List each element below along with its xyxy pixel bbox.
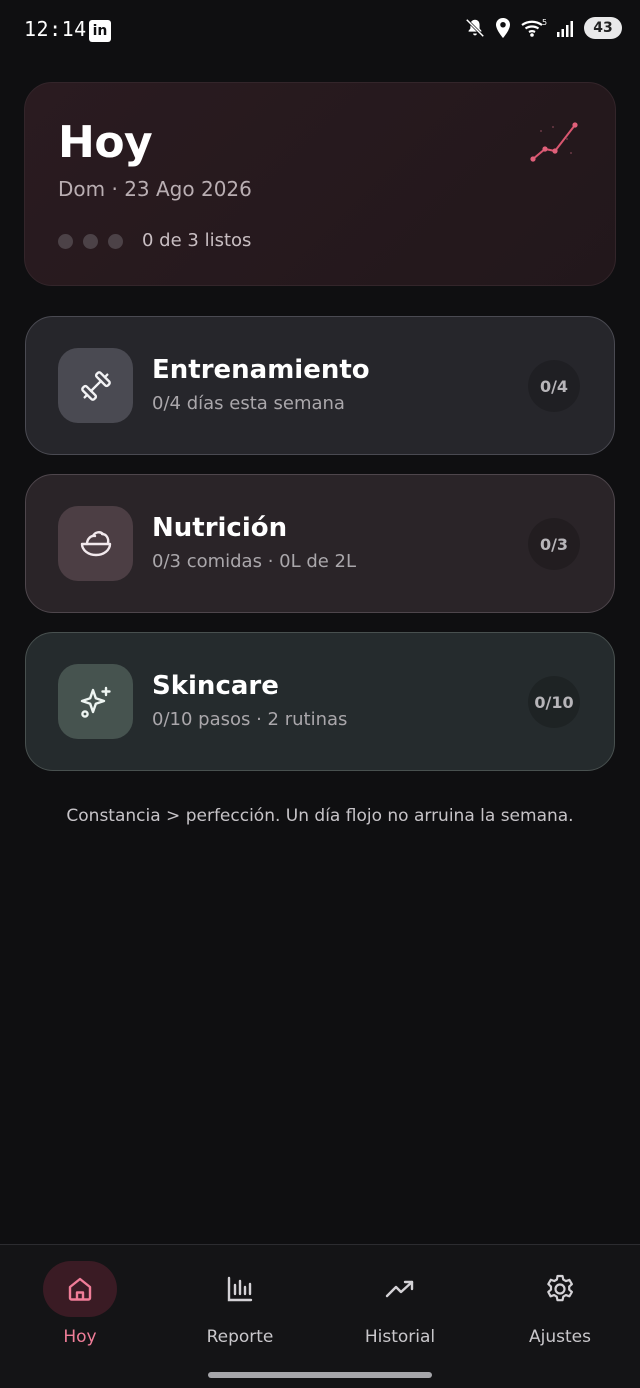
progress-dot: [58, 234, 73, 249]
today-date: Dom · 23 Ago 2026: [58, 177, 252, 201]
nav-icon-wrap: [523, 1261, 597, 1317]
nav-item-historial[interactable]: Historial: [320, 1261, 480, 1351]
bar-chart-icon: [227, 1276, 253, 1302]
today-summary-card: Hoy Dom · 23 Ago 2026 0 de 3 listos: [24, 82, 616, 286]
nutrition-subtitle: 0/3 comidas · 0L de 2L: [152, 551, 357, 572]
nav-active-indicator: [43, 1261, 117, 1317]
home-icon: [68, 1277, 92, 1301]
status-time: 12:14: [24, 17, 87, 41]
nutrition-title: Nutrición: [152, 513, 288, 543]
nav-icon-wrap: [203, 1261, 277, 1317]
nav-label: Ajustes: [529, 1327, 591, 1347]
nutrition-icon-tile: [58, 506, 133, 581]
nav-label: Reporte: [206, 1327, 274, 1347]
training-card[interactable]: Entrenamiento 0/4 días esta semana 0/4: [25, 316, 615, 455]
skincare-icon-tile: [58, 664, 133, 739]
battery-indicator: 43: [584, 17, 622, 39]
training-subtitle: 0/4 días esta semana: [152, 393, 345, 414]
nav-icon-wrap: [363, 1261, 437, 1317]
bottom-navigation: Hoy Reporte Historial Ajustes: [0, 1244, 640, 1388]
nav-item-reporte[interactable]: Reporte: [160, 1261, 320, 1351]
signal-icon: [557, 21, 573, 37]
training-progress-badge: 0/4: [528, 360, 580, 412]
gear-icon: [547, 1274, 573, 1302]
progress-text: 0 de 3 listos: [142, 230, 252, 251]
skincare-subtitle: 0/10 pasos · 2 rutinas: [152, 709, 348, 730]
status-bar: 12:14 in 5 43: [0, 0, 640, 62]
wifi-icon: 5: [521, 18, 547, 37]
training-icon-tile: [58, 348, 133, 423]
dumbbell-icon: [80, 370, 111, 401]
nav-item-ajustes[interactable]: Ajustes: [480, 1261, 640, 1351]
skincare-card[interactable]: Skincare 0/10 pasos · 2 rutinas 0/10: [25, 632, 615, 771]
training-title: Entrenamiento: [152, 355, 370, 385]
svg-text:5: 5: [542, 18, 547, 27]
nutrition-progress-badge: 0/3: [528, 518, 580, 570]
nav-label: Historial: [364, 1327, 436, 1347]
salad-bowl-icon: [80, 530, 111, 556]
status-icons: 5 43: [464, 17, 622, 39]
skincare-title: Skincare: [152, 671, 279, 701]
trend-graph-icon: [530, 122, 578, 162]
trending-up-icon: [385, 1280, 414, 1298]
motivation-text: Constancia > perfección. Un día flojo no…: [66, 806, 574, 826]
sparkles-icon: [80, 686, 111, 718]
nutrition-card[interactable]: Nutrición 0/3 comidas · 0L de 2L 0/3: [25, 474, 615, 613]
progress-dots: [58, 234, 123, 249]
mute-icon: [465, 18, 485, 38]
location-icon: [496, 18, 510, 38]
nav-item-hoy[interactable]: Hoy: [0, 1261, 160, 1351]
skincare-progress-badge: 0/10: [528, 676, 580, 728]
progress-dot: [108, 234, 123, 249]
linkedin-notification-icon: in: [89, 20, 111, 42]
page-title: Hoy: [58, 117, 153, 168]
nav-label: Hoy: [63, 1327, 97, 1347]
home-indicator: [208, 1372, 432, 1378]
progress-dot: [83, 234, 98, 249]
